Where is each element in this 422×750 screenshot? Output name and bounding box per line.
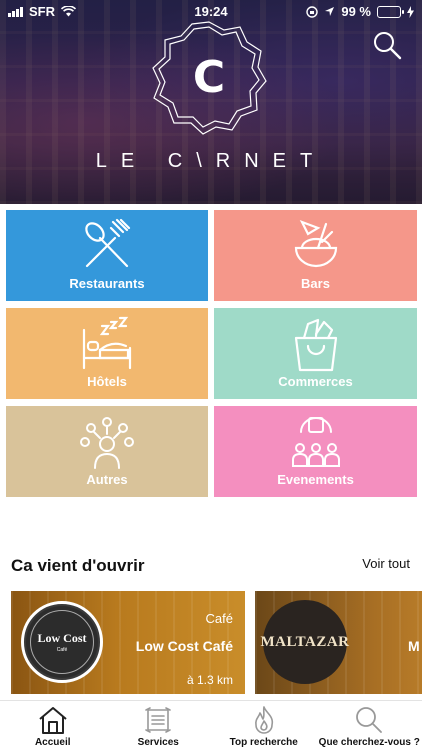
category-label: Commerces bbox=[278, 374, 353, 389]
category-autres[interactable]: Autres bbox=[6, 406, 208, 497]
app-screen: SFR 19:24 99 % C LE C\RNET Restaurants B… bbox=[0, 0, 422, 750]
place-name: M bbox=[408, 638, 420, 654]
battery-icon bbox=[377, 5, 404, 18]
category-label: Bars bbox=[301, 276, 330, 291]
category-evenements[interactable]: Evenements bbox=[214, 406, 417, 497]
category-label: Hôtels bbox=[87, 374, 127, 389]
category-label: Evenements bbox=[277, 472, 354, 487]
see-all-link[interactable]: Voir tout bbox=[362, 556, 410, 571]
tab-accueil[interactable]: Accueil bbox=[0, 701, 106, 750]
place-logo: Low Cost Café bbox=[21, 601, 103, 683]
place-name: Low Cost Café bbox=[135, 638, 233, 654]
coconut-cocktail-icon bbox=[294, 219, 337, 268]
tab-bar: Accueil Services Top recherche Que cherc… bbox=[0, 700, 422, 750]
charging-icon bbox=[407, 5, 414, 18]
category-hotels[interactable]: Hôtels bbox=[6, 308, 208, 399]
logo-letter: C bbox=[193, 52, 225, 103]
place-card[interactable]: MALTAZAR M bbox=[255, 591, 422, 694]
hero-header: SFR 19:24 99 % C LE C\RNET bbox=[0, 0, 422, 204]
category-label: Autres bbox=[86, 472, 128, 487]
shopping-bag-icon bbox=[294, 318, 337, 372]
battery-percent: 99 % bbox=[341, 4, 371, 19]
place-logo: MALTAZAR bbox=[261, 600, 349, 684]
logo-wordmark: LE C\RNET bbox=[95, 150, 327, 172]
tab-que-cherchez-vous[interactable]: Que cherchez-vous ? bbox=[317, 701, 422, 750]
services-icon bbox=[145, 707, 172, 733]
search-icon[interactable] bbox=[372, 30, 402, 60]
category-bars[interactable]: Bars bbox=[214, 210, 417, 301]
place-distance: à 1.3 km bbox=[186, 673, 233, 687]
orientation-lock-icon bbox=[306, 5, 319, 18]
bed-sleep-icon bbox=[82, 316, 132, 370]
place-card[interactable]: Low Cost Café Café Low Cost Café à 1.3 k… bbox=[11, 591, 245, 694]
search-icon bbox=[356, 707, 383, 733]
audience-icon bbox=[291, 417, 340, 467]
category-grid: Restaurants Bars Hôtels Commerces Autres… bbox=[6, 210, 417, 497]
category-restaurants[interactable]: Restaurants bbox=[6, 210, 208, 301]
fork-spoon-icon bbox=[85, 218, 131, 268]
location-icon bbox=[325, 7, 335, 16]
category-commerces[interactable]: Commerces bbox=[214, 308, 417, 399]
place-category: Café bbox=[205, 611, 233, 626]
category-label: Restaurants bbox=[69, 276, 145, 291]
new-places-carousel[interactable]: Low Cost Café Café Low Cost Café à 1.3 k… bbox=[11, 591, 422, 694]
section-title: Ca vient d'ouvrir bbox=[11, 556, 145, 575]
person-ideas-icon bbox=[80, 417, 134, 469]
tab-top-recherche[interactable]: Top recherche bbox=[211, 701, 317, 750]
home-icon bbox=[39, 707, 67, 734]
flame-icon bbox=[254, 706, 273, 734]
logo-badge: C bbox=[152, 21, 267, 135]
tab-services[interactable]: Services bbox=[106, 701, 212, 750]
